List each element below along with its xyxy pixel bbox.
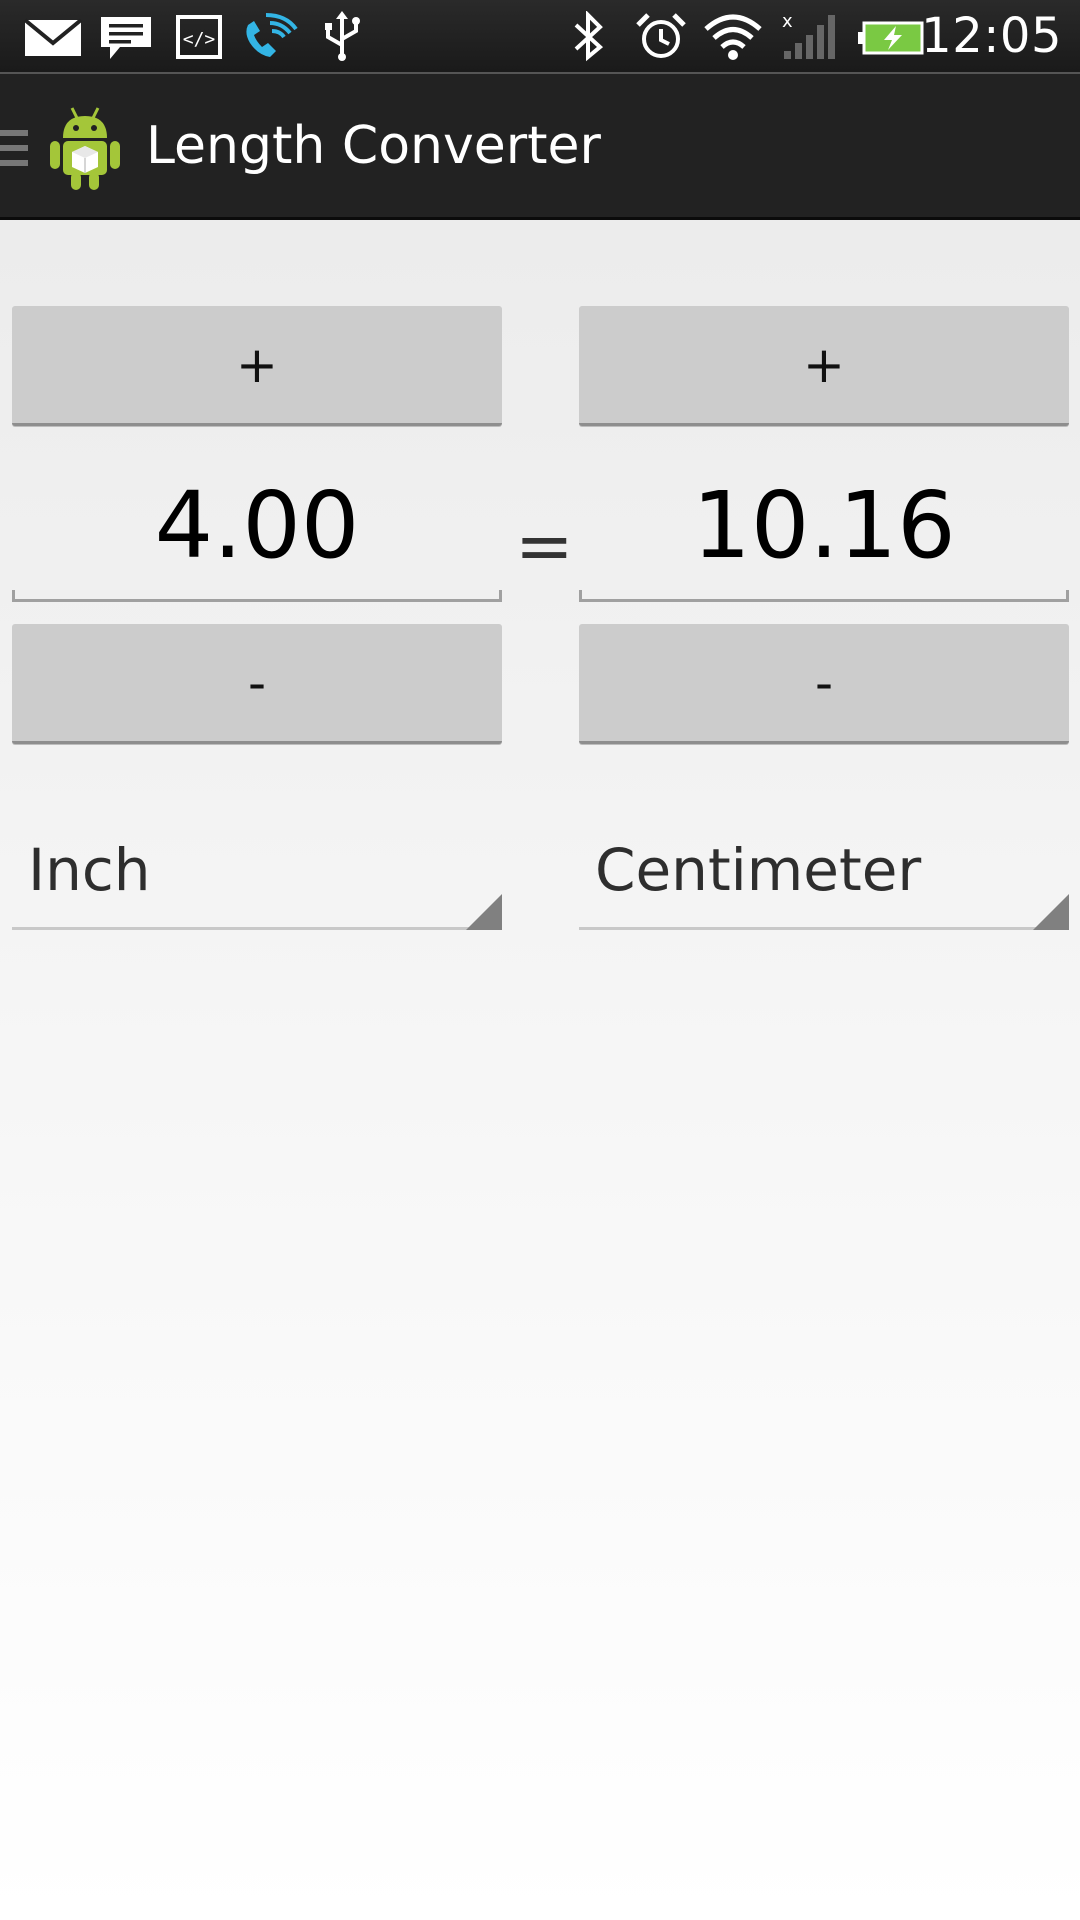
status-bar: </> x 12:05 <box>0 0 1080 74</box>
right-unit-spinner[interactable]: Centimeter <box>579 808 1069 930</box>
code-icon: </> <box>174 11 224 63</box>
left-spinner-underline <box>12 927 502 930</box>
android-app-icon[interactable] <box>46 104 124 192</box>
alarm-icon <box>632 11 690 63</box>
svg-text:x: x <box>782 11 793 32</box>
drawer-menu-icon[interactable] <box>0 126 30 170</box>
right-value-input[interactable]: 10.16 <box>579 456 1069 594</box>
equals-sign: = <box>515 505 574 587</box>
signal-icon: x <box>780 11 840 63</box>
left-value-underline <box>12 590 502 602</box>
right-value-underline <box>579 590 1069 602</box>
right-decrement-button[interactable]: - <box>579 624 1069 744</box>
wifi-icon <box>702 11 764 63</box>
right-unit-label: Centimeter <box>595 836 922 904</box>
dropdown-arrow-icon <box>1033 894 1069 930</box>
left-unit-label: Inch <box>28 836 151 904</box>
left-value-input[interactable]: 4.00 <box>12 456 502 594</box>
svg-text:</>: </> <box>183 29 216 50</box>
clock-time: 12:05 <box>921 8 1062 64</box>
left-decrement-button[interactable]: - <box>12 624 502 744</box>
left-unit-spinner[interactable]: Inch <box>12 808 502 930</box>
mail-icon <box>22 11 84 63</box>
bluetooth-icon <box>566 11 612 63</box>
app-title: Length Converter <box>146 116 601 176</box>
wifi-call-icon <box>240 11 298 63</box>
action-bar: Length Converter <box>0 74 1080 220</box>
converter-panel: + 4.00 - Inch = + 10.16 - Centimeter <box>0 220 1080 1920</box>
battery-icon <box>858 11 928 63</box>
left-increment-button[interactable]: + <box>12 306 502 426</box>
dropdown-arrow-icon <box>466 894 502 930</box>
right-increment-button[interactable]: + <box>579 306 1069 426</box>
usb-icon <box>318 11 366 63</box>
message-icon <box>98 11 154 63</box>
right-spinner-underline <box>579 927 1069 930</box>
